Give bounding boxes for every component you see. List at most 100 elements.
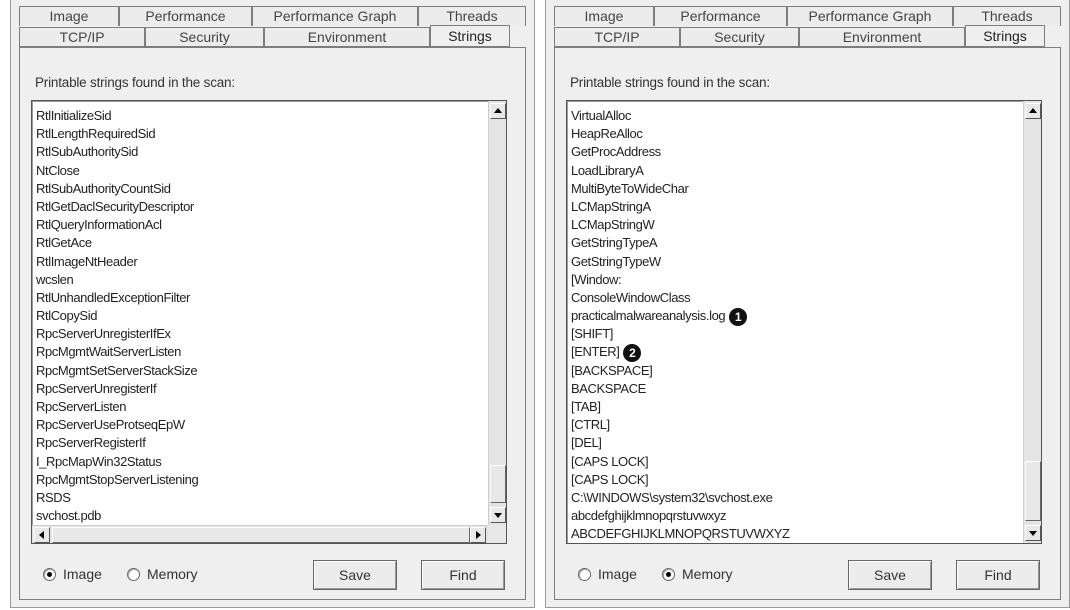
scroll-down-button[interactable]	[490, 507, 506, 523]
string-list-item[interactable]: RpcMgmtStopServerListening	[36, 471, 476, 489]
tab-strings[interactable]: Strings	[965, 25, 1045, 47]
string-list-item[interactable]: RtlImageNtHeader	[36, 253, 476, 271]
tab-performance[interactable]: Performance	[119, 6, 252, 26]
save-button[interactable]: Save	[848, 560, 932, 590]
tab-environment[interactable]: Environment	[264, 27, 430, 47]
string-list-item[interactable]: HeapReAlloc	[571, 125, 1011, 143]
radio-memory[interactable]: Memory	[662, 566, 733, 582]
vertical-scroll-thumb[interactable]	[490, 465, 506, 503]
scroll-up-button[interactable]	[1025, 103, 1041, 119]
string-list-item[interactable]: [SHIFT]	[571, 325, 1011, 343]
string-list-item[interactable]: RpcServerListen	[36, 398, 476, 416]
radio-image-indicator[interactable]	[43, 567, 56, 581]
string-list-item[interactable]: [Window:	[571, 271, 1011, 289]
horizontal-scrollbar[interactable]	[32, 525, 488, 543]
strings-listbox[interactable]: RtlInitializeSid RtlLengthRequiredSid RtlS…	[31, 100, 507, 544]
string-list-item[interactable]: VirtualAlloc	[571, 107, 1011, 125]
vertical-scrollbar[interactable]	[488, 101, 506, 525]
radio-image-indicator[interactable]	[578, 567, 591, 581]
string-list-item[interactable]: RtlUnhandledExceptionFilter	[36, 289, 476, 307]
tab-row-front: TCP/IP Security Environment Strings	[19, 25, 510, 47]
string-text: RtlCopySid	[36, 308, 98, 324]
string-list-item[interactable]: C:\WINDOWS\system32\svchost.exe	[571, 489, 1011, 507]
string-list-item[interactable]: RSDS	[36, 489, 476, 507]
string-list-item[interactable]: RtlGetDaclSecurityDescriptor	[36, 198, 476, 216]
string-list-item[interactable]: [ENTER] 2	[571, 343, 1011, 362]
string-list-item[interactable]: MultiByteToWideChar	[571, 180, 1011, 198]
tab-tcpip[interactable]: TCP/IP	[19, 27, 145, 47]
string-list-item[interactable]: GetStringTypeA	[571, 234, 1011, 252]
radio-memory-indicator[interactable]	[127, 567, 140, 581]
string-list-item[interactable]: [DEL]	[571, 434, 1011, 452]
find-button[interactable]: Find	[956, 560, 1040, 590]
string-text: RpcServerUnregisterIfEx	[36, 326, 171, 342]
radio-image[interactable]: Image	[43, 566, 102, 582]
strings-listbox[interactable]: VirtualAlloc HeapReAlloc GetProcAddress Loa…	[566, 100, 1042, 544]
string-list-item[interactable]: ABCDEFGHIJKLMNOPQRSTUVWXYZ	[571, 525, 1011, 543]
string-list-item[interactable]: [CAPS LOCK]	[571, 471, 1011, 489]
string-list-item[interactable]: svchost.pdb	[36, 507, 476, 525]
tab-security[interactable]: Security	[145, 27, 264, 47]
tab-row-back: Image Performance Performance Graph Thre…	[554, 6, 1061, 26]
tab-image[interactable]: Image	[554, 6, 654, 26]
string-list-item[interactable]: abcdefghijklmnopqrstuvwxyz	[571, 507, 1011, 525]
string-list-item[interactable]: RpcMgmtWaitServerListen	[36, 343, 476, 361]
tab-strings[interactable]: Strings	[430, 25, 510, 47]
string-list-item[interactable]: LoadLibraryA	[571, 162, 1011, 180]
string-list-item[interactable]: RpcMgmtSetServerStackSize	[36, 362, 476, 380]
string-list-item[interactable]: RtlQueryInformationAcl	[36, 216, 476, 234]
string-list-item[interactable]: RpcServerUnregisterIf	[36, 380, 476, 398]
tab-performance[interactable]: Performance	[654, 6, 787, 26]
tab-environment[interactable]: Environment	[799, 27, 965, 47]
scroll-left-button[interactable]	[34, 527, 50, 543]
radio-memory-indicator[interactable]	[662, 567, 675, 581]
string-list-item[interactable]: RtlSubAuthoritySid	[36, 143, 476, 161]
string-list-item[interactable]: RtlSubAuthorityCountSid	[36, 180, 476, 198]
string-text: [CAPS LOCK]	[571, 471, 649, 487]
string-list-item[interactable]: BACKSPACE	[571, 380, 1011, 398]
save-button[interactable]: Save	[313, 560, 397, 590]
string-list-item[interactable]: RtlInitializeSid	[36, 107, 476, 125]
string-list-item[interactable]: [CTRL]	[571, 416, 1011, 434]
horizontal-scroll-thumb[interactable]	[52, 527, 470, 543]
string-text: RtlGetAce	[36, 235, 92, 251]
tab-security[interactable]: Security	[680, 27, 799, 47]
string-list-item[interactable]: RpcServerRegisterIf	[36, 434, 476, 452]
string-list-item[interactable]: GetProcAddress	[571, 143, 1011, 161]
string-list-item[interactable]: RtlGetAce	[36, 234, 476, 252]
tab-threads[interactable]: Threads	[418, 6, 526, 26]
string-list-item[interactable]: RtlCopySid	[36, 307, 476, 325]
tab-performance-graph[interactable]: Performance Graph	[787, 6, 953, 26]
string-text: [BACKSPACE]	[571, 362, 653, 378]
string-list-item[interactable]: RtlLengthRequiredSid	[36, 125, 476, 143]
string-text: NtClose	[36, 162, 80, 178]
vertical-scroll-thumb[interactable]	[1025, 461, 1041, 521]
string-list-item[interactable]: wcslen	[36, 271, 476, 289]
vertical-scrollbar[interactable]	[1023, 101, 1041, 543]
string-list-item[interactable]: RpcServerUnregisterIfEx	[36, 325, 476, 343]
string-list-item[interactable]: practicalmalwareanalysis.log 1	[571, 307, 1011, 326]
string-list-item[interactable]: NtClose	[36, 162, 476, 180]
string-list-item[interactable]: ConsoleWindowClass	[571, 289, 1011, 307]
string-list-item[interactable]: LCMapStringW	[571, 216, 1011, 234]
scroll-down-button[interactable]	[1025, 525, 1041, 541]
tab-threads[interactable]: Threads	[953, 6, 1061, 26]
string-list-item[interactable]: [CAPS LOCK]	[571, 453, 1011, 471]
string-text: HeapReAlloc	[571, 126, 643, 142]
string-list-item[interactable]: I_RpcMapWin32Status	[36, 453, 476, 471]
string-list-item[interactable]: GetStringTypeW	[571, 253, 1011, 271]
scroll-up-button[interactable]	[490, 103, 506, 119]
string-list-item[interactable]: RpcServerUseProtseqEpW	[36, 416, 476, 434]
scroll-right-button[interactable]	[470, 527, 486, 543]
string-list-item[interactable]: [BACKSPACE]	[571, 362, 1011, 380]
tab-image[interactable]: Image	[19, 6, 119, 26]
find-button[interactable]: Find	[421, 560, 505, 590]
tab-tcpip[interactable]: TCP/IP	[554, 27, 680, 47]
string-list-item[interactable]: LCMapStringA	[571, 198, 1011, 216]
tab-performance-graph[interactable]: Performance Graph	[252, 6, 418, 26]
radio-memory[interactable]: Memory	[127, 566, 198, 582]
radio-image-label: Image	[598, 566, 637, 582]
string-list-item[interactable]: [TAB]	[571, 398, 1011, 416]
radio-image-label: Image	[63, 566, 102, 582]
radio-image[interactable]: Image	[578, 566, 637, 582]
